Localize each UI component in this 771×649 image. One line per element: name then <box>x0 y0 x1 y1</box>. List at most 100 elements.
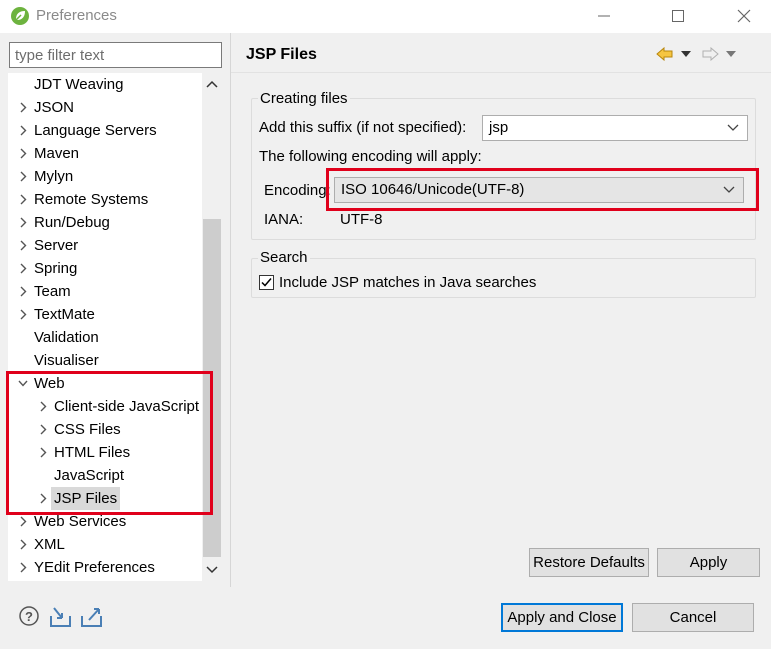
back-arrow-icon[interactable] <box>656 47 674 61</box>
encoding-label: Encoding: <box>264 182 331 199</box>
tree-item[interactable]: JSP Files <box>8 487 202 510</box>
forward-menu-chevron-icon[interactable] <box>726 51 736 57</box>
tree-item-label: Mylyn <box>34 168 74 185</box>
tree-item[interactable]: JSON <box>8 96 202 119</box>
tree-item[interactable]: Maven <box>8 142 202 165</box>
encoding-note: The following encoding will apply: <box>259 148 482 165</box>
encoding-value: ISO 10646/Unicode(UTF-8) <box>341 181 525 198</box>
import-icon[interactable] <box>48 604 74 630</box>
chevron-right-icon[interactable] <box>18 148 28 159</box>
tree-item[interactable]: Visualiser <box>8 349 202 372</box>
tree-item[interactable]: Client-side JavaScript <box>8 395 202 418</box>
chevron-right-icon[interactable] <box>18 240 28 251</box>
chevron-down-icon <box>723 186 735 193</box>
chevron-right-icon[interactable] <box>18 286 28 297</box>
chevron-down-icon <box>727 124 739 131</box>
tree-item-label: JSON <box>34 99 75 116</box>
chevron-right-icon[interactable] <box>38 447 48 458</box>
tree-item[interactable]: CSS Files <box>8 418 202 441</box>
tree-item[interactable]: Team <box>8 280 202 303</box>
include-jsp-label[interactable]: Include JSP matches in Java searches <box>279 274 536 291</box>
chevron-right-icon[interactable] <box>38 493 48 504</box>
minimize-button[interactable] <box>584 3 624 29</box>
tree-item-label: Server <box>34 237 79 254</box>
chevron-down-icon[interactable] <box>18 378 28 389</box>
tree-scrollbar[interactable] <box>202 73 222 581</box>
filter-input[interactable] <box>9 42 222 68</box>
tree-item-label: Web <box>34 375 65 392</box>
tree-item[interactable]: JavaScript <box>8 464 202 487</box>
chevron-right-icon[interactable] <box>18 309 28 320</box>
tree-item[interactable]: Web Services <box>8 510 202 533</box>
tree-item[interactable]: JDT Weaving <box>8 73 202 96</box>
tree-item-label: CSS Files <box>54 421 121 438</box>
chevron-right-icon[interactable] <box>18 171 28 182</box>
scroll-up-icon[interactable] <box>206 79 218 89</box>
tree-item[interactable]: Language Servers <box>8 119 202 142</box>
preferences-tree[interactable]: JDT Weaving JSON Language Servers Maven Myly… <box>8 73 222 581</box>
window-title: Preferences <box>36 7 117 24</box>
apply-button[interactable]: Apply <box>657 548 760 577</box>
chevron-right-icon[interactable] <box>18 194 28 205</box>
chevron-right-icon[interactable] <box>18 217 28 228</box>
tree-item-label: Run/Debug <box>34 214 110 231</box>
chevron-right-icon[interactable] <box>18 562 28 573</box>
tree-item[interactable]: Remote Systems <box>8 188 202 211</box>
tree-item[interactable]: Validation <box>8 326 202 349</box>
tree-item-label: YEdit Preferences <box>34 559 155 576</box>
title-separator <box>231 72 771 73</box>
tree-item[interactable]: Mylyn <box>8 165 202 188</box>
tree-item-label: TextMate <box>34 306 95 323</box>
tree-item[interactable]: XML <box>8 533 202 556</box>
cancel-button[interactable]: Cancel <box>632 603 754 632</box>
title-bar: Preferences <box>0 0 771 33</box>
chevron-right-icon[interactable] <box>38 424 48 435</box>
search-label: Search <box>258 249 310 266</box>
tree-item-label: Web Services <box>34 513 127 530</box>
close-button[interactable] <box>724 3 764 29</box>
restore-defaults-button[interactable]: Restore Defaults <box>529 548 649 577</box>
suffix-value: jsp <box>489 119 509 136</box>
maximize-icon <box>672 10 684 22</box>
minimize-icon <box>598 15 610 17</box>
chevron-right-icon[interactable] <box>18 125 28 136</box>
chevron-right-icon[interactable] <box>18 102 28 113</box>
tree-item-label: Spring <box>34 260 78 277</box>
chevron-right-icon[interactable] <box>18 263 28 274</box>
chevron-right-icon[interactable] <box>18 539 28 550</box>
tree-item[interactable]: Spring <box>8 257 202 280</box>
tree-item-label: Language Servers <box>34 122 157 139</box>
creating-files-label: Creating files <box>258 90 350 107</box>
tree-item[interactable]: YEdit Preferences <box>8 556 202 579</box>
tree-item-label: Team <box>34 283 71 300</box>
tree-item[interactable]: Run/Debug <box>8 211 202 234</box>
suffix-label: Add this suffix (if not specified): <box>259 119 467 136</box>
tree-item-label: JDT Weaving <box>34 76 124 93</box>
suffix-combo[interactable]: jsp <box>482 115 748 141</box>
tree-item[interactable]: Server <box>8 234 202 257</box>
tree-item[interactable]: Web <box>8 372 202 395</box>
forward-arrow-icon[interactable] <box>701 47 719 61</box>
page-title: JSP Files <box>246 46 317 63</box>
chevron-right-icon[interactable] <box>18 516 28 527</box>
chevron-right-icon[interactable] <box>38 401 48 412</box>
tree-item[interactable]: HTML Files <box>8 441 202 464</box>
pane-divider[interactable] <box>230 33 231 587</box>
tree-item-label: Remote Systems <box>34 191 149 208</box>
tree-item[interactable]: TextMate <box>8 303 202 326</box>
apply-and-close-button[interactable]: Apply and Close <box>501 603 623 632</box>
scroll-down-icon[interactable] <box>206 565 218 575</box>
maximize-button[interactable] <box>658 3 698 29</box>
help-icon[interactable]: ? <box>17 604 43 630</box>
include-jsp-checkbox[interactable] <box>259 275 274 290</box>
iana-value: UTF-8 <box>340 211 383 228</box>
tree-item-label: Validation <box>34 329 99 346</box>
export-icon[interactable] <box>79 604 105 630</box>
tree-item-label: JSP Files <box>51 487 121 510</box>
back-menu-chevron-icon[interactable] <box>681 51 691 57</box>
tree-item-label: XML <box>34 536 65 553</box>
scroll-thumb[interactable] <box>203 219 221 557</box>
encoding-combo[interactable]: ISO 10646/Unicode(UTF-8) <box>334 177 744 203</box>
page-navigation <box>656 44 740 64</box>
tree-item-label: JavaScript <box>54 467 125 484</box>
